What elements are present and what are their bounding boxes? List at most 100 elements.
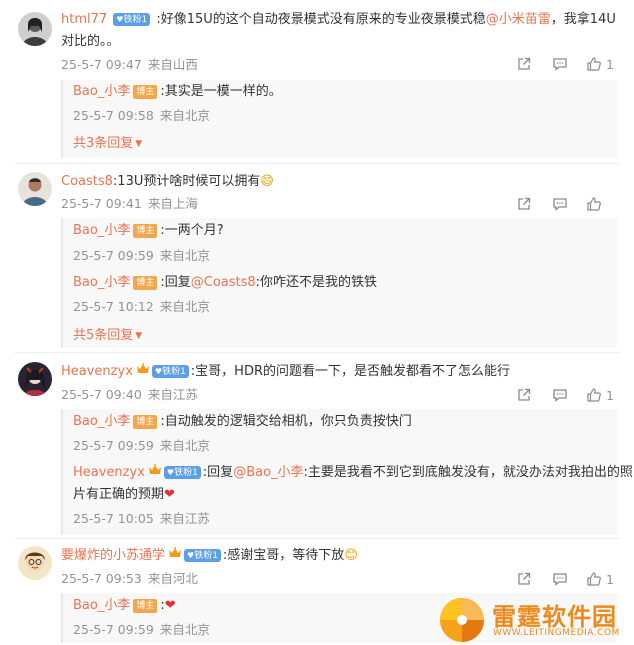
share-button[interactable] [516,570,532,588]
avatar[interactable] [18,546,52,580]
avatar[interactable] [18,172,52,206]
comment-icon [553,198,567,211]
share-icon [518,572,531,585]
share-icon [518,197,531,210]
comment-text: Coasts8:13U预计啥时候可以拥有😄 [61,174,274,189]
comment-icon [553,573,567,586]
mention-link[interactable]: @小米苗雷 [486,12,551,27]
location: 来自北京 [159,299,210,314]
emoji-smile: 😊 [344,548,358,563]
share-button[interactable] [516,386,532,404]
reply-list: Bao_小李 博主:自动触发的逻辑交给相机，你只负责按快门 25-5-7 09:5… [61,409,633,535]
username-link[interactable]: 要爆炸的小苏通学 [61,548,165,563]
like-button[interactable]: 1 [586,386,614,404]
location: 来自山西 [147,57,198,72]
emoji-heart: ❤ [164,487,175,502]
username-link[interactable]: Bao_小李 [73,598,130,613]
username-link[interactable]: Coasts8 [61,174,113,189]
location: 来自北京 [159,438,210,453]
crown-icon [136,362,149,373]
divider [14,163,620,164]
username-link[interactable]: Bao_小李 [73,84,130,99]
location: 来自河北 [147,571,198,586]
comment-button[interactable] [552,386,568,404]
location: 来自江苏 [147,387,198,402]
mention-link[interactable]: @Coasts8 [191,275,256,290]
emoji-heart: ❤ [164,598,176,613]
reply-text-line2: 片有正确的预期❤ [73,487,175,502]
reply-list: Bao_小李 博主:其实是一模一样的。 25-5-7 09:58 来自北京 共3条回… [61,80,617,158]
location: 来自江苏 [159,511,210,526]
timestamp: 25-5-7 09:53 [61,571,142,586]
username-link[interactable]: Bao_小李 [73,223,130,238]
reply-meta: 25-5-7 10:05 来自江苏 [73,509,609,529]
avatar[interactable] [18,12,52,46]
fans-badge[interactable]: ♥铁粉1 [184,549,221,562]
like-count: 1 [606,56,614,72]
reply-text: Bao_小李 博主:其实是一模一样的。 [73,84,282,99]
share-icon [518,57,531,70]
comment-button[interactable] [552,55,568,73]
crown-icon [148,463,161,474]
like-count: 1 [606,387,614,403]
like-button[interactable]: 1 [586,55,614,73]
timestamp: 25-5-7 09:59 [73,438,154,453]
comment-text-line2: 对比的。。 [61,34,120,49]
more-replies-link[interactable]: 共5条回复 ▼ [73,328,142,343]
timestamp: 25-5-7 10:05 [73,511,154,526]
location: 来自北京 [159,622,210,637]
thumbs-up-icon [587,197,601,211]
fans-badge[interactable]: ♥铁粉1 [151,365,189,378]
avatar[interactable] [18,362,52,396]
location: 来自北京 [159,248,210,263]
comment-text: 要爆炸的小苏通学 ♥铁粉1:感谢宝哥，等待下放😊 [61,546,358,563]
share-button[interactable] [516,195,532,213]
mention-link[interactable]: @Bao_小李 [233,465,303,480]
location: 来自北京 [159,108,210,123]
fans-badge[interactable]: ♥铁粉1 [113,13,151,26]
more-replies-link[interactable]: 共3条回复 ▼ [73,136,142,151]
thumbs-up-icon [587,57,601,71]
reply-text: Bao_小李 博主:自动触发的逻辑交给相机，你只负责按快门 [73,414,412,429]
host-badge: 博主 [133,85,158,99]
username-link[interactable]: Heavenzyx [73,465,145,480]
username-link[interactable]: Bao_小李 [73,414,130,429]
username-link[interactable]: Bao_小李 [73,275,130,290]
watermark: 雷霆软件园 WWW.LEITINGMEDIA.COM [436,594,632,645]
host-badge: 博主 [133,599,158,613]
divider [14,352,620,353]
crown-icon [169,546,182,557]
timestamp: 25-5-7 10:12 [73,299,154,314]
timestamp: 25-5-7 09:47 [61,57,142,72]
like-button[interactable]: 1 [586,570,614,588]
reply-meta: 25-5-7 09:59 来自北京 [73,246,609,266]
username-link[interactable]: html77 [61,12,107,27]
comment-actions: 1 [516,386,616,406]
comment-actions [516,195,616,215]
like-button[interactable] [586,195,602,213]
comment-text: html77 ♥铁粉1 :好像15U的这个自动夜景模式没有原来的专业夜景模式稳@… [61,12,616,27]
reply-meta: 25-5-7 09:58 来自北京 [73,106,609,126]
emoji-laugh: 😄 [260,174,274,189]
caret-down-icon: ▼ [135,331,143,341]
host-badge: 博主 [133,276,158,290]
timestamp: 25-5-7 09:59 [73,622,154,637]
comment-button[interactable] [552,570,568,588]
reply-text: Bao_小李 博主:一两个月? [73,223,224,238]
logo-icon [440,598,484,642]
comment-icon [553,389,567,402]
host-badge: 博主 [133,224,158,238]
watermark-title: 雷霆软件园 [492,603,617,631]
fans-badge[interactable]: ♥铁粉1 [163,466,201,479]
like-count: 1 [606,571,614,587]
reply-meta: 25-5-7 10:12 来自北京 [73,297,609,317]
comment-text: Heavenzyx ♥铁粉1:宝哥，HDR的问题看一下，是否触发都看不了怎么能行 [61,362,510,379]
timestamp: 25-5-7 09:40 [61,387,142,402]
comment-actions: 1 [516,570,616,590]
username-link[interactable]: Heavenzyx [61,364,133,379]
share-button[interactable] [516,55,532,73]
comment-icon [553,58,567,71]
reply-meta: 25-5-7 09:59 来自北京 [73,436,609,456]
reply-text: Bao_小李 博主:回复@Coasts8:你咋还不是我的铁铁 [73,275,378,290]
comment-button[interactable] [552,195,568,213]
